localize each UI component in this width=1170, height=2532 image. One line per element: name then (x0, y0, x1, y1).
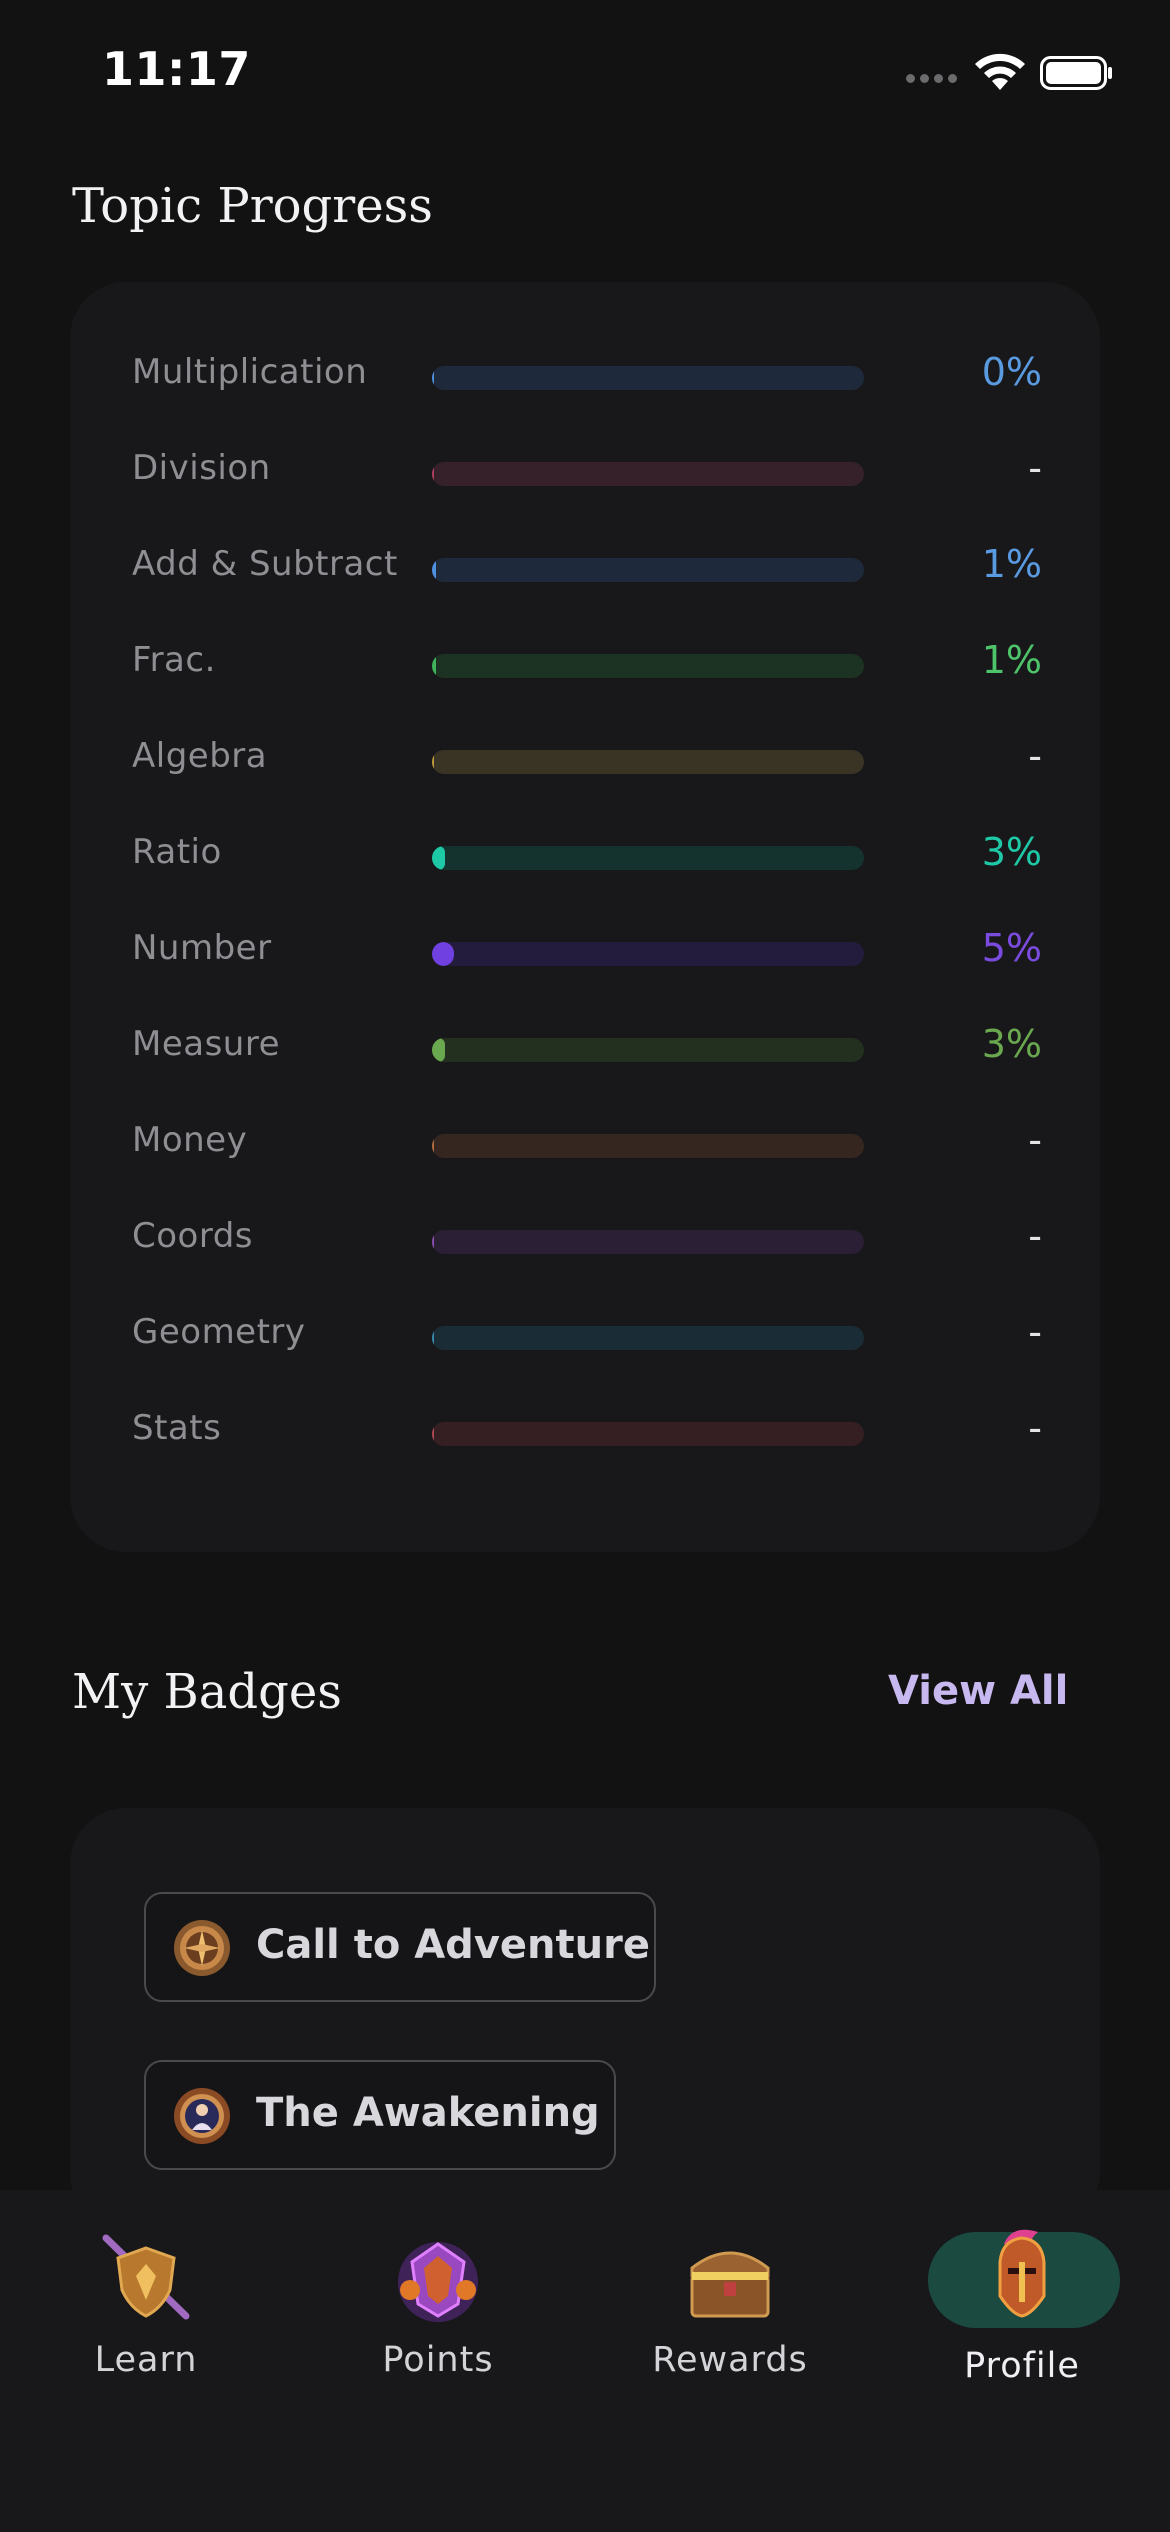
progress-fill (432, 1038, 445, 1062)
topic-label: Add & Subtract (132, 544, 398, 584)
tab-label: Rewards (652, 2340, 808, 2380)
topic-row: Coords - (132, 1208, 1042, 1268)
treasure-chest-icon (690, 2251, 770, 2318)
topic-row: Measure 3% (132, 1016, 1042, 1076)
topic-percent: - (1028, 1406, 1042, 1450)
progress-fill (432, 942, 454, 966)
progress-track (432, 1326, 864, 1350)
topic-row: Division - (132, 440, 1042, 500)
tab-learn[interactable]: Learn (0, 2190, 292, 2410)
progress-track (432, 1422, 864, 1446)
portrait-medallion-icon (174, 2088, 230, 2144)
progress-track (432, 942, 864, 966)
topic-label: Money (132, 1120, 248, 1160)
topic-row: Number 5% (132, 920, 1042, 980)
topic-percent: - (1028, 734, 1042, 778)
knight-helmet-icon (998, 2229, 1046, 2318)
topic-label: Number (132, 928, 272, 968)
status-time: 11:17 (102, 42, 251, 96)
tab-label: Profile (964, 2346, 1080, 2386)
topic-percent: 1% (981, 638, 1042, 682)
tab-label: Points (382, 2340, 494, 2380)
topic-percent: 3% (981, 1022, 1042, 1066)
bottom-tab-bar: Learn Points Rewards Profile (0, 2190, 1170, 2532)
topic-percent: 3% (981, 830, 1042, 874)
compass-medallion-icon (174, 1920, 230, 1976)
gem-icon (398, 2242, 478, 2322)
topic-progress-card: Multiplication 0% Division - Add & Subtract 1… (70, 282, 1100, 1552)
progress-fill (432, 462, 434, 486)
topic-progress-title: Topic Progress (72, 178, 433, 234)
tab-points[interactable]: Points (292, 2190, 584, 2410)
progress-fill (432, 1422, 434, 1446)
topic-row: Frac. 1% (132, 632, 1042, 692)
tab-rewards[interactable]: Rewards (584, 2190, 876, 2410)
topic-label: Algebra (132, 736, 268, 776)
topic-row: Multiplication 0% (132, 344, 1042, 404)
progress-track (432, 1230, 864, 1254)
badge-the-awakening[interactable]: The Awakening (144, 2060, 616, 2170)
battery-icon (1040, 56, 1112, 90)
topic-percent: - (1028, 1214, 1042, 1258)
topic-row: Geometry - (132, 1304, 1042, 1364)
progress-track (432, 558, 864, 582)
progress-fill (432, 750, 434, 774)
progress-track (432, 750, 864, 774)
topic-percent: 5% (981, 926, 1042, 970)
progress-fill (432, 1134, 434, 1158)
progress-fill (432, 558, 437, 582)
shield-sword-icon (102, 2234, 190, 2320)
topic-percent: 0% (981, 350, 1042, 394)
progress-track (432, 1038, 864, 1062)
tab-label: Learn (94, 2340, 198, 2380)
cellular-signal-icon (906, 74, 960, 86)
wifi-icon (975, 53, 1025, 90)
tab-profile[interactable]: Profile (876, 2190, 1168, 2410)
progress-fill (432, 1326, 434, 1350)
topic-label: Division (132, 448, 271, 488)
progress-fill (432, 1230, 434, 1254)
topic-percent: - (1028, 1310, 1042, 1354)
topic-label: Ratio (132, 832, 222, 872)
topic-percent: 1% (981, 542, 1042, 586)
topic-row: Stats - (132, 1400, 1042, 1460)
progress-track (432, 1134, 864, 1158)
badge-label: Call to Adventure (256, 1922, 650, 1968)
progress-track (432, 654, 864, 678)
topic-percent: - (1028, 1118, 1042, 1162)
topic-row: Money - (132, 1112, 1042, 1172)
topic-label: Measure (132, 1024, 280, 1064)
progress-track (432, 846, 864, 870)
topic-percent: - (1028, 446, 1042, 490)
topic-label: Multiplication (132, 352, 368, 392)
status-bar: 11:17 (0, 0, 1170, 150)
view-all-badges-link[interactable]: View All (888, 1668, 1068, 1714)
badge-label: The Awakening (256, 2090, 600, 2136)
topic-label: Frac. (132, 640, 216, 680)
badge-call-to-adventure[interactable]: Call to Adventure (144, 1892, 656, 2002)
progress-track (432, 366, 864, 390)
topic-row: Algebra - (132, 728, 1042, 788)
topic-label: Geometry (132, 1312, 306, 1352)
progress-fill (432, 366, 434, 390)
progress-fill (432, 654, 437, 678)
badges-title: My Badges (72, 1664, 342, 1720)
topic-label: Stats (132, 1408, 222, 1448)
progress-fill (432, 846, 445, 870)
progress-track (432, 462, 864, 486)
topic-row: Add & Subtract 1% (132, 536, 1042, 596)
topic-row: Ratio 3% (132, 824, 1042, 884)
topic-label: Coords (132, 1216, 254, 1256)
